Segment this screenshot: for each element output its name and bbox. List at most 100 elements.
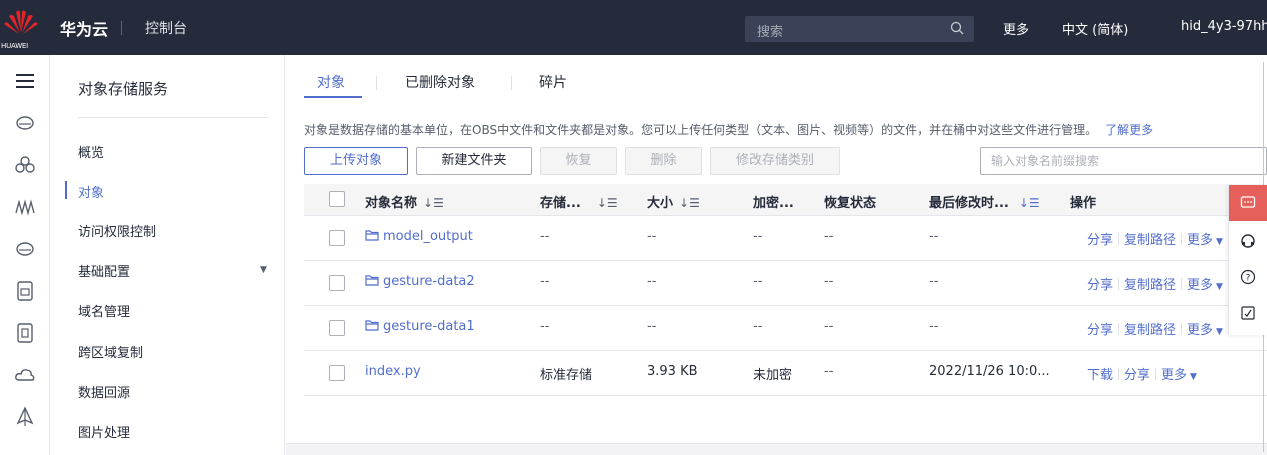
action-separator (1181, 233, 1183, 245)
global-search-box[interactable]: 搜索 (745, 16, 974, 42)
sidebar-item-domain[interactable]: 域名管理 (78, 301, 130, 320)
brand-name[interactable]: 华为云 (60, 16, 108, 40)
change-storage-class-button[interactable]: 修改存储类别 (710, 147, 840, 175)
logo-text: HUAWEI (1, 42, 29, 50)
cloud-server-icon[interactable] (13, 111, 37, 135)
folder-icon (365, 275, 379, 286)
action-separator (1118, 323, 1120, 335)
action-separator (1181, 278, 1183, 290)
sort-icon[interactable]: ↓☰ (423, 196, 444, 210)
cell-restore-status: -- (824, 319, 834, 334)
console-link[interactable]: 控制台 (145, 18, 187, 38)
column-header-name[interactable]: 对象名称 ↓☰ (365, 192, 444, 211)
sort-icon[interactable]: ↓☰ (1019, 196, 1040, 210)
column-header-restore-status: 恢复状态 (824, 196, 877, 211)
tab-objects[interactable]: 对象 (317, 72, 345, 92)
object-name-link[interactable]: model_output (365, 229, 473, 244)
hamburger-menu-icon[interactable] (13, 69, 37, 93)
more-actions-label: 更多 (1187, 233, 1214, 248)
more-actions-dropdown[interactable]: 更多 ▼ (1187, 323, 1223, 338)
database-icon[interactable] (13, 321, 37, 345)
chevron-down-icon[interactable]: ▼ (260, 265, 267, 275)
sort-icon[interactable]: ↓☰ (597, 196, 618, 210)
more-actions-dropdown[interactable]: 更多 ▼ (1187, 278, 1223, 293)
sidebar-item-objects[interactable]: 对象 (78, 182, 104, 201)
service-icon-rail (0, 55, 50, 455)
sidebar-item-image-processing[interactable]: 图片处理 (78, 422, 130, 441)
ai-service-icon[interactable] (13, 195, 37, 219)
object-search-input[interactable] (981, 148, 1266, 174)
cell-restore-status: -- (824, 364, 834, 379)
sidebar-item-access-control[interactable]: 访问权限控制 (78, 221, 156, 240)
object-search-field[interactable] (980, 147, 1267, 175)
feedback-tool[interactable] (1229, 185, 1267, 221)
restore-button[interactable]: 恢复 (540, 147, 617, 175)
new-folder-button[interactable]: 新建文件夹 (416, 147, 532, 175)
cell-storage: 标准存储 (540, 368, 593, 383)
copy-path-link[interactable]: 复制路径 (1124, 233, 1176, 248)
object-name-link[interactable]: index.py (365, 364, 421, 379)
deploy-icon[interactable] (13, 405, 37, 429)
sidebar-item-overview[interactable]: 概览 (78, 142, 104, 161)
sidebar-item-cross-region-replication[interactable]: 跨区域复制 (78, 342, 143, 361)
select-all-checkbox[interactable] (329, 191, 345, 207)
edit-note-icon (1241, 306, 1255, 320)
tab-deleted-objects[interactable]: 已删除对象 (405, 72, 475, 92)
row-checkbox[interactable] (329, 230, 345, 246)
share-link[interactable]: 分享 (1087, 233, 1113, 248)
huawei-logo[interactable]: HUAWEI (0, 8, 42, 50)
storage-service-icon[interactable] (13, 237, 37, 261)
more-actions-dropdown[interactable]: 更多 ▼ (1187, 233, 1223, 248)
document-icon[interactable] (13, 279, 37, 303)
sidebar-divider (78, 117, 268, 118)
headset-icon (1241, 234, 1255, 248)
share-link[interactable]: 分享 (1124, 368, 1150, 383)
cell-restore-status: -- (824, 229, 834, 244)
sidebar-item-basic-config[interactable]: 基础配置 (78, 261, 130, 280)
row-checkbox[interactable] (329, 365, 345, 381)
action-separator (1155, 368, 1157, 380)
survey-tool[interactable] (1229, 295, 1267, 331)
cloud-icon[interactable] (13, 363, 37, 387)
top-more-menu[interactable]: 更多 (1003, 19, 1029, 38)
copy-path-link[interactable]: 复制路径 (1124, 278, 1176, 293)
service-title: 对象存储服务 (78, 80, 169, 98)
upload-object-button[interactable]: 上传对象 (304, 147, 408, 175)
help-tool[interactable]: ? (1229, 259, 1267, 295)
sidebar-item-back-to-source[interactable]: 数据回源 (78, 382, 130, 401)
column-header-size-label: 大小 (647, 196, 674, 211)
search-icon[interactable] (950, 21, 964, 35)
more-actions-dropdown[interactable]: 更多 ▼ (1161, 368, 1197, 383)
tab-separator (511, 76, 512, 90)
share-link[interactable]: 分享 (1087, 278, 1113, 293)
share-link[interactable]: 分享 (1087, 323, 1113, 338)
main-content: 对象 已删除对象 碎片 对象是数据存储的基本单位，在OBS中文件和文件夹都是对象… (286, 55, 1267, 455)
action-separator (1118, 233, 1120, 245)
service-tool[interactable] (1229, 223, 1267, 259)
table-header: 对象名称 ↓☰ 存储... ↓☰ 大小 ↓☰ 加密... 恢复状态 最后修改时... ↓… (304, 184, 1267, 216)
row-checkbox[interactable] (329, 275, 345, 291)
column-header-modified[interactable]: 最后修改时... ↓☰ (929, 192, 1040, 211)
object-name: gesture-data1 (383, 319, 475, 334)
table-row: index.py 标准存储 3.93 KB 未加密 -- 2022/11/26 … (304, 351, 1267, 396)
user-account-menu[interactable]: hid_4y3-97hh7 (1181, 19, 1267, 34)
chat-icon (1240, 196, 1256, 208)
service-sidebar: 对象存储服务 概览 对象 访问权限控制 基础配置 ▼ 域名管理 跨区域复制 数据… (50, 55, 285, 455)
sort-icon[interactable]: ↓☰ (679, 196, 700, 210)
cluster-icon[interactable] (13, 153, 37, 177)
download-link[interactable]: 下载 (1087, 368, 1113, 383)
object-name-link[interactable]: gesture-data2 (365, 274, 475, 289)
row-checkbox[interactable] (329, 320, 345, 336)
column-header-size[interactable]: 大小 ↓☰ (647, 192, 700, 211)
tab-fragments[interactable]: 碎片 (539, 72, 567, 92)
action-separator (1118, 278, 1120, 290)
cell-modified: -- (929, 229, 939, 244)
language-switcher[interactable]: 中文 (简体) (1062, 19, 1128, 38)
learn-more-link[interactable]: 了解更多 (1105, 123, 1153, 137)
row-actions: 分享 复制路径 更多 ▼ (1087, 319, 1223, 338)
delete-button[interactable]: 删除 (625, 147, 702, 175)
object-name-link[interactable]: gesture-data1 (365, 319, 475, 334)
copy-path-link[interactable]: 复制路径 (1124, 323, 1176, 338)
huawei-logo-icon (4, 10, 38, 34)
column-header-storage[interactable]: 存储... ↓☰ (540, 192, 618, 211)
